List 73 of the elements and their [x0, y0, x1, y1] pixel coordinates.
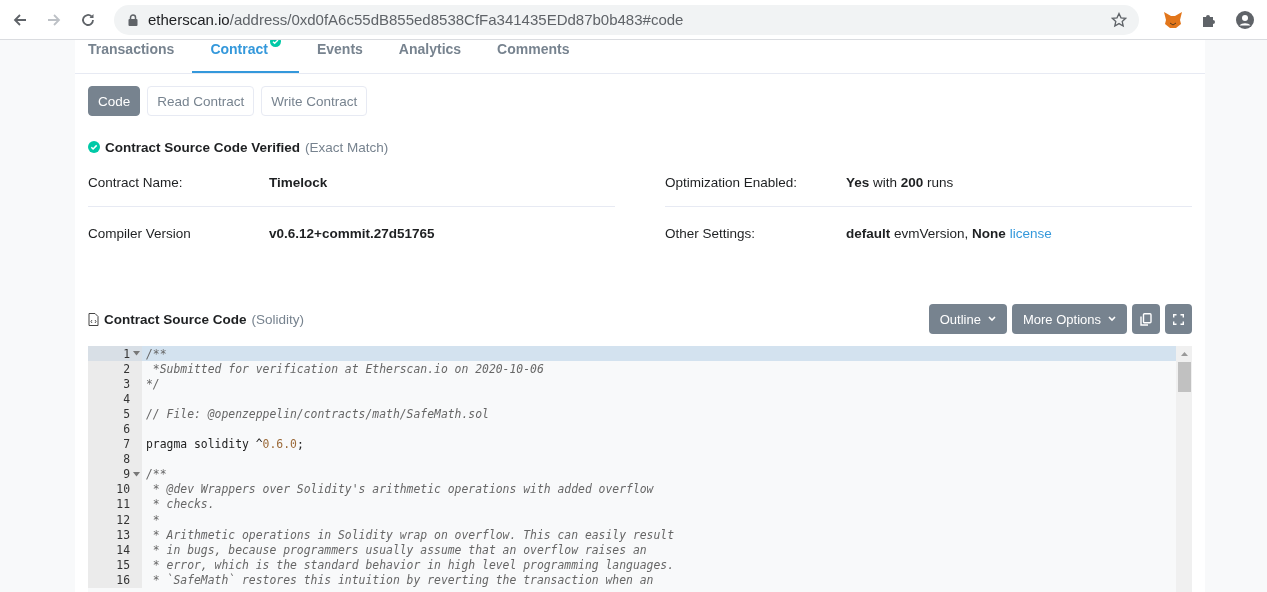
copy-button[interactable]: [1132, 304, 1160, 334]
code-line: * `SafeMath` restores this intuition by reverting the transaction when an: [151, 572, 654, 587]
tab[interactable]: Comments: [479, 40, 588, 73]
address-bar[interactable]: etherscan.io/address/0xd0fA6c55dB855ed8538CfFa341435EDd87b0b483#code: [114, 4, 1139, 35]
lock-icon: [128, 13, 138, 26]
code-line: // File: @openzeppelin/contracts/math/SafeMath.sol: [145, 406, 489, 421]
file-code-icon: [88, 312, 99, 326]
line-number: 5: [123, 406, 130, 421]
license-link[interactable]: license: [1009, 225, 1052, 241]
fullscreen-icon: [1173, 313, 1184, 325]
code-editor[interactable]: [88, 346, 1192, 592]
field-label: Contract Name:: [88, 175, 184, 190]
code-line: /**: [145, 346, 167, 361]
field-label: Compiler Version: [88, 225, 192, 241]
caret-icon: [987, 316, 996, 322]
code-line: * in bugs, because programmers usually assume that an overflow raises an: [151, 542, 647, 557]
code-line: * @dev Wrappers over Solidity's arithmetic operations with added overflow: [151, 482, 654, 497]
code-line: *Submitted for verification at Etherscan.io on 2020-10-06: [151, 361, 544, 376]
sub-tab[interactable]: Write Contract: [261, 86, 368, 116]
check-icon: [88, 141, 100, 153]
fold-caret-icon[interactable]: [133, 471, 140, 477]
line-number: 13: [116, 527, 130, 542]
sub-tab[interactable]: Read Contract: [147, 86, 255, 116]
field-value: Timelock: [269, 175, 328, 190]
line-number: 2: [123, 361, 130, 376]
scroll-up-icon[interactable]: [1180, 352, 1188, 356]
back-icon[interactable]: [12, 11, 28, 28]
reload-icon[interactable]: [80, 11, 96, 28]
fox-icon[interactable]: [1163, 10, 1183, 29]
line-number: 3: [123, 376, 130, 391]
verified-title: Contract Source Code Verified: [105, 139, 301, 155]
line-number: 16: [116, 572, 130, 587]
code-line: */: [145, 376, 160, 391]
field-value: default evmVersion, None license: [846, 225, 1052, 241]
dropdown-button[interactable]: Outline: [928, 304, 1007, 334]
scrollbar[interactable]: [1176, 346, 1192, 592]
scroll-thumb[interactable]: [1177, 362, 1191, 392]
code-line: * error, which is the standard behavior in high level programming languages.: [151, 557, 675, 572]
line-number: 14: [116, 542, 130, 557]
copy-icon: [1140, 312, 1152, 326]
source-title: Contract Source Code: [104, 311, 247, 327]
field-label: Optimization Enabled:: [665, 175, 799, 190]
code-line: * checks.: [151, 497, 215, 512]
code-line: *: [151, 512, 160, 527]
code-line: /**: [145, 467, 167, 482]
field-label: Other Settings:: [665, 225, 757, 241]
line-number: 6: [123, 422, 130, 436]
field-value: Yes with 200 runs: [846, 175, 954, 190]
sub-tab[interactable]: Code: [88, 86, 141, 116]
line-number: 9: [123, 467, 130, 482]
line-number: 11: [116, 497, 130, 512]
line-number: 4: [123, 391, 130, 406]
line-number: 15: [116, 557, 130, 572]
fullscreen-button[interactable]: [1165, 304, 1192, 334]
tab[interactable]: Contract: [192, 40, 299, 73]
star-icon[interactable]: [1111, 11, 1127, 28]
line-number: 10: [116, 482, 130, 497]
code-line: pragma solidity ^0.6.0;: [145, 437, 304, 452]
account-icon[interactable]: [1235, 9, 1255, 30]
line-number: 12: [116, 512, 130, 527]
line-number: 1: [123, 346, 130, 361]
code-line: * Arithmetic operations in Solidity wrap on overflow. This can easily result: [151, 527, 675, 542]
dropdown-button[interactable]: More Options: [1011, 304, 1127, 334]
tab[interactable]: Transactions: [88, 40, 193, 73]
caret-icon: [1108, 316, 1116, 322]
tab[interactable]: Events: [298, 40, 381, 73]
line-number: 7: [123, 437, 130, 452]
tab[interactable]: Analytics: [380, 40, 480, 73]
match-note: (Exact Match): [305, 139, 389, 155]
fold-caret-icon[interactable]: [133, 351, 140, 357]
field-value: v0.6.12+commit.27d51765: [269, 225, 435, 241]
language-note: (Solidity): [251, 311, 305, 327]
line-number: 8: [123, 452, 130, 467]
